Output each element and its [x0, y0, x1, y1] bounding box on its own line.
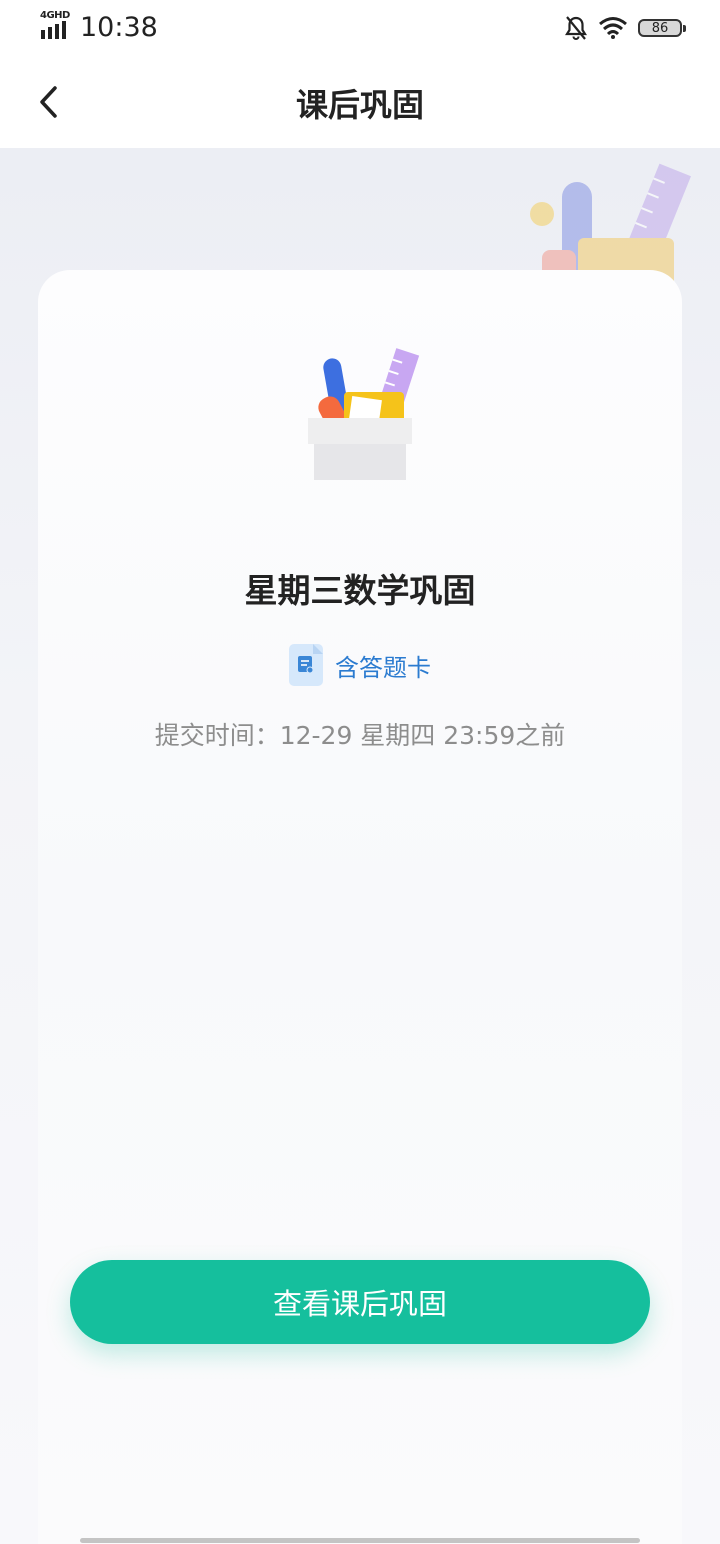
pencil-box-icon: [308, 348, 420, 480]
bell-off-icon: [565, 16, 587, 40]
assignment-card: 星期三数学巩固 含答题卡 提交时间：12-29 星期四 23:59之前: [38, 270, 682, 1544]
answer-card-label: 含答题卡: [335, 653, 431, 682]
status-time: 10:38: [80, 12, 158, 43]
submit-deadline: 提交时间：12-29 星期四 23:59之前: [154, 721, 566, 750]
gesture-bar: [80, 1538, 640, 1543]
assignment-title: 星期三数学巩固: [244, 571, 476, 610]
nav-header: 课后巩固: [0, 56, 720, 148]
status-icons: 86: [564, 14, 686, 42]
answer-card-tag: 含答题卡: [38, 644, 682, 686]
status-bar: 4GHD 10:38 86: [0, 0, 720, 56]
page-title: 课后巩固: [295, 86, 424, 124]
battery-level: 86: [651, 20, 669, 36]
document-icon: [289, 644, 323, 686]
battery-icon: 86: [638, 19, 686, 37]
signal-icon: [41, 21, 66, 39]
wifi-icon: [599, 17, 627, 39]
view-consolidation-button[interactable]: 查看课后巩固: [70, 1260, 650, 1344]
